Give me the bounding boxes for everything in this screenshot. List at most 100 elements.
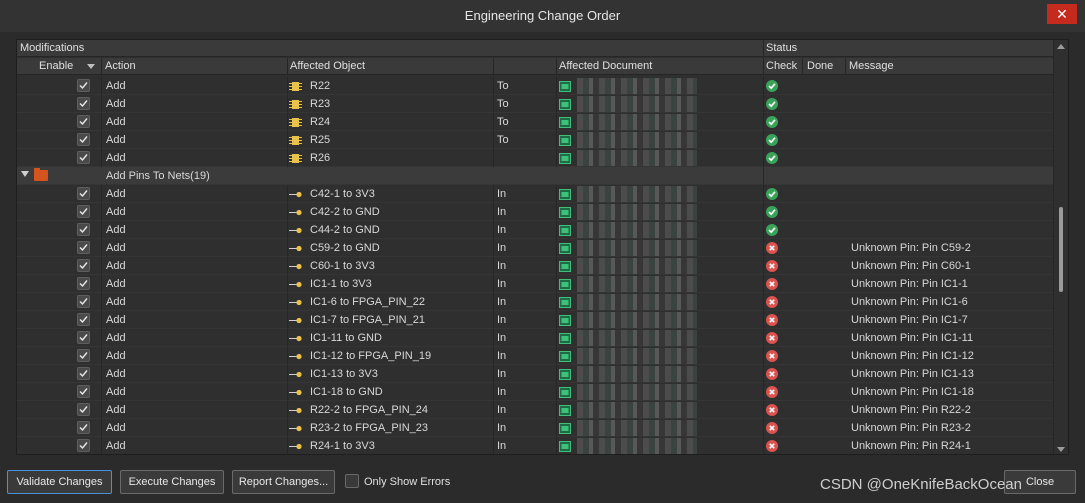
enable-checkbox[interactable] [77, 133, 90, 146]
column-divider [556, 257, 557, 275]
window-close-button[interactable]: ✕ [1047, 4, 1077, 24]
dialog-footer: Validate Changes Execute Changes Report … [0, 462, 1085, 503]
scroll-up-icon[interactable] [1057, 44, 1065, 49]
column-divider [763, 113, 764, 131]
affected-object-cell: IC1-13 to 3V3 [310, 368, 378, 380]
enable-checkbox[interactable] [77, 313, 90, 326]
direction-cell: In [497, 440, 507, 452]
column-divider [556, 437, 557, 454]
enable-checkbox[interactable] [77, 439, 90, 452]
change-row[interactable]: Add R26 [17, 149, 1054, 167]
column-divider [493, 401, 494, 419]
enable-checkbox[interactable] [77, 349, 90, 362]
execute-changes-button[interactable]: Execute Changes [120, 470, 224, 494]
enable-checkbox[interactable] [77, 277, 90, 290]
done-column-header[interactable]: Done [807, 60, 833, 72]
enable-filter-icon[interactable] [87, 64, 95, 69]
change-row[interactable]: Add IC1-7 to FPGA_PIN_21 In Unknown Pin: Pi… [17, 311, 1054, 329]
change-row[interactable]: Add R23-2 to FPGA_PIN_23 In Unknown Pin: Pi… [17, 419, 1054, 437]
column-divider [763, 131, 764, 149]
action-cell: Add [106, 116, 126, 128]
change-row[interactable]: Add C60-1 to 3V3 In Unknown Pin: Pin C60-1 [17, 257, 1054, 275]
column-divider [493, 293, 494, 311]
enable-checkbox[interactable] [77, 187, 90, 200]
pin-connection-icon [289, 351, 302, 362]
column-divider [101, 329, 102, 347]
check-failed-icon [766, 296, 778, 308]
change-row[interactable]: Add IC1-18 to GND In Unknown Pin: Pin IC1-1… [17, 383, 1054, 401]
column-divider [556, 95, 557, 113]
enable-checkbox[interactable] [77, 115, 90, 128]
message-cell: Unknown Pin: Pin IC1-1 [851, 278, 968, 290]
group-row-add-pins-to-nets[interactable]: Add Pins To Nets(19) [17, 167, 1054, 185]
check-column-header[interactable]: Check [766, 60, 797, 72]
column-divider [763, 149, 764, 167]
change-row[interactable]: Add IC1-1 to 3V3 In Unknown Pin: Pin IC1-1 [17, 275, 1054, 293]
affected-object-column-header[interactable]: Affected Object [290, 60, 365, 72]
change-row[interactable]: Add R25 To [17, 131, 1054, 149]
message-column-header[interactable]: Message [849, 60, 894, 72]
report-changes-button[interactable]: Report Changes... [232, 470, 335, 494]
column-divider [763, 77, 764, 95]
check-passed-icon [766, 98, 778, 110]
affected-document-column-header[interactable]: Affected Document [559, 60, 652, 72]
column-divider [287, 95, 288, 113]
column-divider [101, 95, 102, 113]
status-group-header: Status [766, 42, 798, 54]
redacted-document-name [577, 384, 697, 400]
affected-object-cell: R26 [310, 152, 331, 164]
change-row[interactable]: Add R24-1 to 3V3 In Unknown Pin: Pin R24-1 [17, 437, 1054, 454]
enable-checkbox[interactable] [77, 403, 90, 416]
change-row[interactable]: Add C59-2 to GND In Unknown Pin: Pin C59-2 [17, 239, 1054, 257]
column-divider [763, 203, 764, 221]
pcb-document-icon [559, 225, 571, 236]
action-cell: Add [106, 332, 126, 344]
change-row[interactable]: Add R24 To [17, 113, 1054, 131]
validate-changes-button[interactable]: Validate Changes [7, 470, 112, 494]
pin-connection-icon [289, 279, 302, 290]
enable-checkbox[interactable] [77, 421, 90, 434]
change-row[interactable]: Add C44-2 to GND In [17, 221, 1054, 239]
change-row[interactable]: Add R23 To [17, 95, 1054, 113]
change-row[interactable]: Add R22-2 to FPGA_PIN_24 In Unknown Pin: Pi… [17, 401, 1054, 419]
column-divider [101, 185, 102, 203]
enable-checkbox[interactable] [77, 367, 90, 380]
change-row[interactable]: Add C42-1 to 3V3 In [17, 185, 1054, 203]
affected-object-cell: IC1-11 to GND [310, 332, 382, 344]
expand-triangle-icon[interactable] [21, 171, 29, 177]
change-row[interactable]: Add IC1-12 to FPGA_PIN_19 In Unknown Pin: P… [17, 347, 1054, 365]
action-column-header[interactable]: Action [105, 60, 136, 72]
column-divider [763, 95, 764, 113]
change-row[interactable]: Add R22 To [17, 77, 1054, 95]
change-row[interactable]: Add IC1-13 to 3V3 In Unknown Pin: Pin IC1-1… [17, 365, 1054, 383]
redacted-document-name [577, 330, 697, 346]
column-divider [493, 113, 494, 131]
scroll-down-icon[interactable] [1057, 447, 1065, 452]
scroll-thumb[interactable] [1059, 207, 1063, 292]
affected-object-cell: IC1-12 to FPGA_PIN_19 [310, 350, 432, 362]
only-show-errors-checkbox[interactable] [345, 474, 359, 488]
enable-checkbox[interactable] [77, 79, 90, 92]
change-row[interactable]: Add C42-2 to GND In [17, 203, 1054, 221]
enable-checkbox[interactable] [77, 205, 90, 218]
enable-checkbox[interactable] [77, 97, 90, 110]
enable-checkbox[interactable] [77, 385, 90, 398]
enable-checkbox[interactable] [77, 241, 90, 254]
change-row[interactable]: Add IC1-11 to GND In Unknown Pin: Pin IC1-1… [17, 329, 1054, 347]
vertical-scrollbar[interactable] [1053, 40, 1068, 454]
check-failed-icon [766, 440, 778, 452]
change-row[interactable]: Add IC1-6 to FPGA_PIN_22 In Unknown Pin: Pi… [17, 293, 1054, 311]
check-failed-icon [766, 386, 778, 398]
enable-checkbox[interactable] [77, 295, 90, 308]
enable-checkbox[interactable] [77, 259, 90, 272]
redacted-document-name [577, 438, 697, 454]
column-divider [493, 95, 494, 113]
message-cell: Unknown Pin: Pin C59-2 [851, 242, 971, 254]
column-divider [556, 383, 557, 401]
affected-object-cell: IC1-7 to FPGA_PIN_21 [310, 314, 425, 326]
enable-checkbox[interactable] [77, 151, 90, 164]
enable-column-header[interactable]: Enable [39, 60, 73, 72]
enable-checkbox[interactable] [77, 223, 90, 236]
direction-cell: To [497, 116, 509, 128]
enable-checkbox[interactable] [77, 331, 90, 344]
